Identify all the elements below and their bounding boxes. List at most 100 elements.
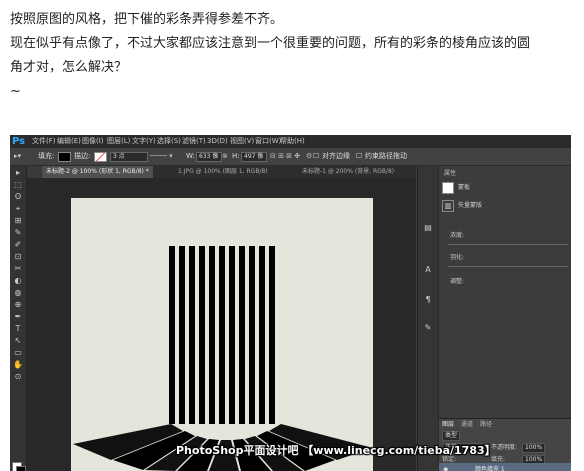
layer-name: 颜色填充 1 <box>475 466 505 471</box>
menu-type[interactable]: 文字(Y) <box>132 135 156 148</box>
settings-gear-icon[interactable]: ⚙ <box>306 152 312 161</box>
layer-row[interactable]: ◉ 颜色填充 1 <box>439 463 571 471</box>
vertical-stripe <box>269 246 275 424</box>
density-label: 浓度: <box>450 232 465 239</box>
fill-label: 填充: <box>38 152 55 160</box>
post-line-1: 按照原图的风格，把下催的彩条弄得参差不齐。 <box>10 12 284 27</box>
document-canvas[interactable] <box>71 198 373 471</box>
brush-panel-icon[interactable]: ✎ <box>422 322 434 334</box>
options-bar: ▸▾ 填充: 描边: 3 点 ──── ▾ W: 633 像 ⊗ H: 497 … <box>10 148 571 166</box>
zoom-tool-icon[interactable]: ⊙ <box>12 372 24 382</box>
link-icon[interactable]: ⊗ <box>222 152 228 161</box>
menu-layer[interactable]: 图层(L) <box>107 135 130 148</box>
post-line-2: 现在似乎有点像了，不过大家都应该注意到一个很重要的问题，所有的彩条的棱角应该的圆 <box>10 36 531 51</box>
vertical-stripe <box>189 246 195 424</box>
tab-untitled-2[interactable]: 未标题-2 @ 100% (形状 1, RGB/8) * <box>42 166 153 178</box>
vector-mask-icon[interactable]: ▥ <box>442 200 454 212</box>
panel-icon-strip: ▤ A ¶ ✎ <box>418 166 439 471</box>
vertical-stripe <box>179 246 185 424</box>
menu-file[interactable]: 文件(F) <box>32 135 56 148</box>
gradient-tool-icon[interactable]: ⊕ <box>12 300 24 310</box>
stroke-label: 描边: <box>74 152 91 160</box>
eye-icon[interactable]: ◉ <box>443 463 448 471</box>
tab-paths[interactable]: 路径 <box>480 421 492 429</box>
eyedropper-tool-icon[interactable]: ✎ <box>12 228 24 238</box>
tab-untitled-1[interactable]: 未标题-1 @ 200% (背景, RGB/8) <box>298 166 398 178</box>
clone-tool-icon[interactable]: ✂ <box>12 264 24 274</box>
path-ops-icon[interactable]: ⊟ ⊞ ⊠ ✤ <box>270 152 300 161</box>
lasso-tool-icon[interactable]: ʘ <box>12 192 24 202</box>
pen-tool-icon[interactable]: ✒ <box>12 312 24 322</box>
type-tool-icon[interactable]: T <box>12 324 24 334</box>
post-line-3: 角才对，怎么解决？ <box>10 60 128 75</box>
vertical-stripe <box>249 246 255 424</box>
fill-swatch[interactable] <box>58 152 71 162</box>
canvas-area <box>27 178 416 471</box>
menu-edit[interactable]: 编辑(E) <box>57 135 81 148</box>
brush-tool-icon[interactable]: ⊡ <box>12 252 24 262</box>
marquee-tool-icon[interactable]: ⬚ <box>12 180 24 190</box>
vertical-stripe <box>209 246 215 424</box>
width-input[interactable]: 633 像 <box>196 152 222 162</box>
menu-image[interactable]: 图像(I) <box>82 135 104 148</box>
menu-select[interactable]: 选择(S) <box>157 135 181 148</box>
stroke-swatch[interactable] <box>94 152 107 162</box>
eraser-tool-icon[interactable]: ◍ <box>12 288 24 298</box>
stroke-width-input[interactable]: 3 点 <box>110 152 148 162</box>
vertical-stripe <box>169 246 175 424</box>
vector-mask-label: 矢量蒙版 <box>458 202 483 209</box>
paragraph-icon[interactable]: ¶ <box>422 294 434 306</box>
vertical-stripes <box>169 246 275 424</box>
menu-window[interactable]: 窗口(W) <box>255 135 281 148</box>
stroke-type-dropdown[interactable]: ──── ▾ <box>150 152 173 161</box>
feather-label: 羽化: <box>450 254 465 261</box>
path-selection-icon[interactable]: ▸▾ <box>14 152 21 161</box>
move-tool-icon[interactable]: ▸ <box>12 168 24 178</box>
height-label: H: <box>232 152 240 160</box>
menu-filter[interactable]: 滤镜(T) <box>182 135 206 148</box>
history-brush-icon[interactable]: ◐ <box>12 276 24 286</box>
stripe-artwork <box>73 246 373 471</box>
tab-channels[interactable]: 通道 <box>461 421 473 429</box>
vertical-stripe <box>199 246 205 424</box>
menu-3d[interactable]: 3D(D) <box>207 135 228 148</box>
density-slider[interactable] <box>448 244 568 245</box>
character-icon[interactable]: A <box>422 264 434 276</box>
tab-1-jpg[interactable]: 1.JPG @ 100% (图层 1, RGB/8) <box>174 166 272 178</box>
height-input[interactable]: 497 像 <box>241 152 267 162</box>
tools-panel: ▸ ⬚ ʘ ⌖ ⊞ ✎ ✐ ⊡ ✂ ◐ ◍ ⊕ ✒ T ↖ ▭ ✋ ⊙ <box>10 166 27 471</box>
healing-tool-icon[interactable]: ✐ <box>12 240 24 250</box>
constrain-path-label: 约束路径拖动 <box>365 152 407 160</box>
background-color-swatch[interactable] <box>16 466 26 471</box>
vertical-stripe <box>229 246 235 424</box>
mask-icon[interactable] <box>442 182 454 194</box>
feather-slider[interactable] <box>448 266 568 267</box>
shape-tool-icon[interactable]: ▭ <box>12 348 24 358</box>
quick-select-tool-icon[interactable]: ⌖ <box>12 204 24 214</box>
crop-tool-icon[interactable]: ⊞ <box>12 216 24 226</box>
path-select-tool-icon[interactable]: ↖ <box>12 336 24 346</box>
watermark: PhotoShop平面设计吧 【www.linecg.com/tieba/178… <box>176 444 496 457</box>
history-icon[interactable]: ▤ <box>422 222 434 234</box>
properties-tab[interactable]: 属性 <box>444 170 456 178</box>
hand-tool-icon[interactable]: ✋ <box>12 360 24 370</box>
right-panels: ▤ A ¶ ✎ 属性 蒙板 ▥ 矢量蒙版 浓度: 羽化: 调整: 图层 通道 路… <box>417 166 571 471</box>
align-edges-label: 对齐边缘 <box>322 152 350 160</box>
constrain-path-checkbox[interactable]: ☐ <box>356 152 362 161</box>
refine-label: 调整: <box>450 278 465 285</box>
ps-logo: Ps <box>12 136 26 147</box>
layer-kind-filter[interactable]: 类型 <box>442 431 461 441</box>
menu-bar: Ps 文件(F) 编辑(E) 图像(I) 图层(L) 文字(Y) 选择(S) 滤… <box>10 135 571 148</box>
vertical-stripe <box>239 246 245 424</box>
menu-view[interactable]: 视图(V) <box>230 135 254 148</box>
opacity-input[interactable]: 100% <box>522 443 546 453</box>
mask-label: 蒙板 <box>458 184 471 191</box>
vertical-stripe <box>219 246 225 424</box>
post-body: 按照原图的风格，把下催的彩条弄得参差不齐。 现在似乎有点像了，不过大家都应该注意… <box>10 8 580 104</box>
align-edges-checkbox[interactable]: ☐ <box>313 152 319 161</box>
menu-help[interactable]: 帮助(H) <box>280 135 305 148</box>
post-line-4: ~ <box>10 84 21 99</box>
tab-layers[interactable]: 图层 <box>442 421 454 429</box>
photoshop-screenshot: Ps 文件(F) 编辑(E) 图像(I) 图层(L) 文字(Y) 选择(S) 滤… <box>10 135 571 471</box>
document-tabs: 未标题-2 @ 100% (形状 1, RGB/8) * 1.JPG @ 100… <box>42 166 416 178</box>
